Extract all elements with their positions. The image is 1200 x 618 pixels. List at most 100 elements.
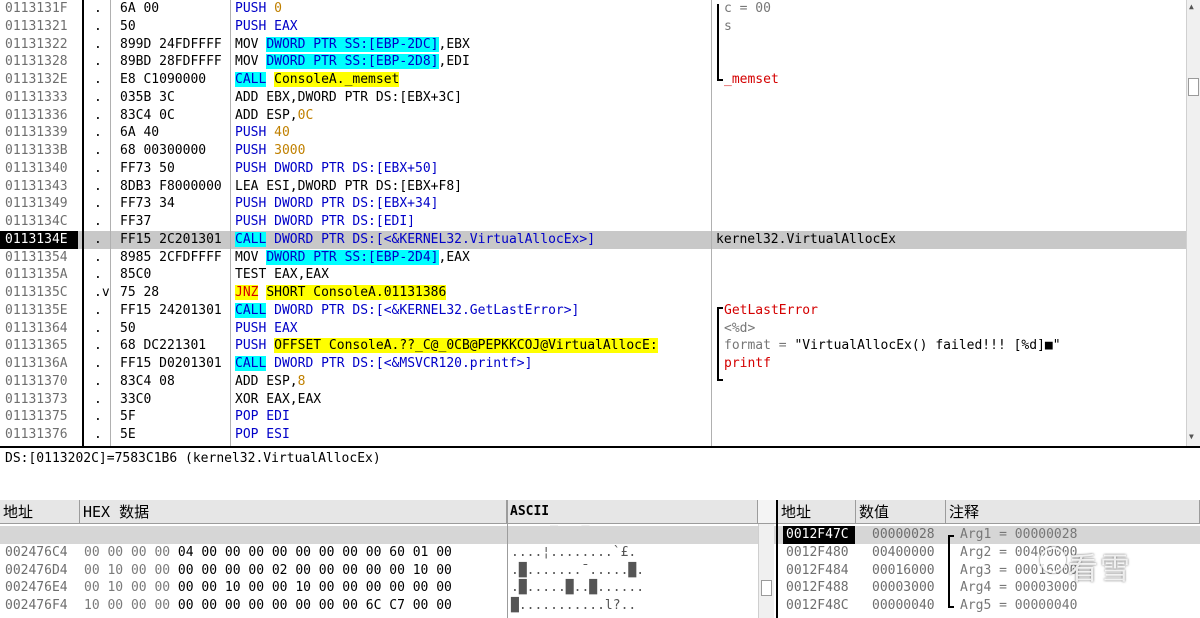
disasm-hex: 33C0 bbox=[120, 391, 152, 407]
stack-row[interactable]: 0012F480 00400000 Arg2 = 00400000 bbox=[0, 544, 1200, 562]
disasm-address: 01131375 bbox=[5, 409, 68, 425]
dump-scrollbar[interactable] bbox=[758, 524, 774, 618]
disasm-row[interactable]: 0113134C. FF37 PUSH DWORD PTR DS:[EDI] bbox=[0, 213, 1186, 231]
dump-header-address[interactable]: 地址 bbox=[0, 500, 80, 524]
stack-row[interactable]: 0012F47C 00000028 Arg1 = 00000028 bbox=[0, 526, 1200, 544]
disasm-row[interactable]: 0113136A. FF15 D0201301 CALL DWORD PTR DS:… bbox=[0, 355, 1186, 373]
instruction-token: 3000 bbox=[274, 143, 306, 158]
call-arg-bracket bbox=[717, 306, 723, 381]
disasm-row[interactable]: 0113135E. FF15 24201301 CALL DWORD PTR DS:… bbox=[0, 302, 1186, 320]
disasm-row[interactable]: 0113135A. 85C0 TEST EAX,EAX bbox=[0, 266, 1186, 284]
disasm-row[interactable]: 01131321. 50 PUSH EAX s bbox=[0, 18, 1186, 36]
disasm-instruction: MOV DWORD PTR SS:[EBP-2D4],EAX bbox=[235, 249, 711, 267]
disasm-instruction: XOR EAX,EAX bbox=[235, 391, 711, 409]
info-line-text: DS:[0113202C]=7583C1B6 (kernel32.Virtual… bbox=[5, 451, 381, 466]
disasm-hex: FF73 50 bbox=[120, 160, 175, 176]
stack-header-address[interactable]: 地址 bbox=[778, 500, 856, 524]
disasm-comment: printf bbox=[724, 356, 771, 371]
instruction-token: ADD ESP, bbox=[235, 107, 298, 123]
disasm-hex: 899D 24FDFFFF bbox=[120, 36, 222, 52]
disasm-scrollbar-thumb[interactable] bbox=[1188, 78, 1199, 96]
instruction-token: MOV bbox=[235, 54, 267, 70]
disasm-instruction: ADD ESP,0C bbox=[235, 107, 711, 125]
instruction-token: CALL bbox=[235, 231, 267, 247]
disasm-row[interactable]: 01131354. 8985 2CFDFFFF MOV DWORD PTR SS:[… bbox=[0, 249, 1186, 267]
info-line-pane: DS:[0113202C]=7583C1B6 (kernel32.Virtual… bbox=[0, 446, 1200, 498]
disasm-address: 0113134E bbox=[0, 230, 78, 249]
disasm-row[interactable]: 01131349. FF73 34 PUSH DWORD PTR DS:[EBX+3… bbox=[0, 195, 1186, 213]
stack-address: 0012F488 bbox=[786, 580, 849, 596]
disasm-row[interactable]: 01131365. 68 DC221301 PUSH OFFSET ConsoleA… bbox=[0, 337, 1186, 355]
disasm-row[interactable]: 01131333. 035B 3C ADD EBX,DWORD PTR DS:[EB… bbox=[0, 89, 1186, 107]
disasm-hex: 83C4 08 bbox=[120, 373, 175, 389]
disasm-row[interactable]: 01131328. 89BD 28FDFFFF MOV DWORD PTR SS:[… bbox=[0, 53, 1186, 71]
disasm-hex: E8 C1090000 bbox=[120, 72, 207, 87]
instruction-token: LEA ESI,DWORD PTR DS:[EBX+F8] bbox=[235, 178, 462, 194]
dump-scrollbar-thumb[interactable] bbox=[761, 580, 772, 596]
instruction-token: MOV bbox=[235, 249, 267, 265]
instruction-token: CALL bbox=[235, 72, 267, 87]
column-separator bbox=[82, 0, 84, 446]
disasm-hex: 75 28 bbox=[120, 285, 160, 300]
stack-row[interactable]: 0012F48C 00000040 Arg5 = 00000040 bbox=[0, 597, 1200, 615]
stack-header-comment[interactable]: 注释 bbox=[946, 500, 1200, 524]
disasm-row[interactable]: 0113135C .v 75 28 JNZ SHORT ConsoleA.011313… bbox=[0, 284, 1186, 302]
dump-header-ascii[interactable]: ASCII bbox=[507, 500, 758, 524]
instruction-token: PUSH DWORD PTR DS:[EBX+34] bbox=[235, 196, 439, 212]
disasm-address: 0113136A bbox=[5, 356, 68, 371]
disasm-row[interactable]: 01131364. 50 PUSH EAX <%d> bbox=[0, 320, 1186, 338]
disasm-hex: 83C4 0C bbox=[120, 107, 175, 123]
instruction-token: ADD ESP, bbox=[235, 373, 298, 389]
stack-header-value[interactable]: 数值 bbox=[856, 500, 946, 524]
disasm-address: 01131365 bbox=[5, 338, 68, 354]
disassembly-pane[interactable]: 0113131F. 6A 00 PUSH 0c = 00 01131321. 50 PUS… bbox=[0, 0, 1200, 446]
instruction-token: POP EDI bbox=[235, 409, 290, 425]
disasm-comment: c = 00 bbox=[724, 1, 771, 16]
stack-comment: Arg5 = 00000040 bbox=[960, 598, 1078, 614]
disasm-instruction: ADD ESP,8 bbox=[235, 373, 711, 391]
instruction-token: 0 bbox=[274, 1, 282, 16]
disasm-row[interactable]: 0113131F. 6A 00 PUSH 0c = 00 bbox=[0, 0, 1186, 18]
instruction-token: DWORD PTR SS:[EBP-2D4] bbox=[266, 249, 439, 265]
disasm-address: 0113135E bbox=[5, 302, 68, 318]
instruction-token: OFFSET ConsoleA.??_C@_0CB@PEPKKCOJ@Virtu… bbox=[274, 338, 658, 354]
instruction-token: CALL bbox=[235, 356, 267, 371]
disasm-row[interactable]: 01131340. FF73 50 PUSH DWORD PTR DS:[EBX+5… bbox=[0, 160, 1186, 178]
instruction-token: PUSH EAX bbox=[235, 320, 298, 336]
disasm-hex: 68 00300000 bbox=[120, 143, 207, 158]
disasm-row[interactable]: 0113132E. E8 C1090000 CALL ConsoleA._memse… bbox=[0, 71, 1186, 89]
disasm-instruction: PUSH OFFSET ConsoleA.??_C@_0CB@PEPKKCOJ@… bbox=[235, 337, 711, 355]
disasm-address: 01131339 bbox=[5, 125, 68, 141]
dump-header-hex[interactable]: HEX 数据 bbox=[80, 500, 507, 524]
disasm-row[interactable]: 01131375. 5F POP EDI bbox=[0, 408, 1186, 426]
instruction-token: PUSH bbox=[235, 1, 275, 16]
disasm-comment: format = "VirtualAllocEx() failed!!! [%d… bbox=[724, 337, 1194, 355]
disasm-row[interactable]: 01131339. 6A 40 PUSH 40 bbox=[0, 124, 1186, 142]
disasm-address: 01131340 bbox=[5, 160, 68, 176]
stack-row[interactable]: 0012F488 00003000 Arg4 = 00003000 bbox=[0, 579, 1200, 597]
disasm-row[interactable]: 01131370. 83C4 08 ADD ESP,8 bbox=[0, 373, 1186, 391]
disasm-instruction: PUSH EAX bbox=[235, 320, 711, 338]
disasm-hex: FF15 2C201301 bbox=[120, 231, 222, 247]
disasm-row[interactable]: 0113133B. 68 00300000 PUSH 3000 bbox=[0, 142, 1186, 160]
disasm-hex: FF15 D0201301 bbox=[120, 356, 222, 371]
scroll-up-icon[interactable]: ▲ bbox=[1189, 2, 1194, 12]
disasm-instruction: ADD EBX,DWORD PTR DS:[EBX+3C] bbox=[235, 89, 711, 107]
disasm-row[interactable]: 01131336. 83C4 0C ADD ESP,0C bbox=[0, 107, 1186, 125]
stack-row[interactable]: 0012F484 00016000 Arg3 = 00016000 bbox=[0, 562, 1200, 580]
disasm-row[interactable]: 01131343. 8DB3 F8000000 LEA ESI,DWORD PTR … bbox=[0, 178, 1186, 196]
disasm-instruction: PUSH DWORD PTR DS:[EBX+34] bbox=[235, 195, 711, 213]
instruction-token: TEST EAX,EAX bbox=[235, 267, 329, 283]
scroll-down-icon[interactable]: ▼ bbox=[1189, 432, 1194, 442]
disasm-row[interactable]: 01131322. 899D 24FDFFFF MOV DWORD PTR SS:[… bbox=[0, 36, 1186, 54]
disasm-row[interactable]: 0113134E. FF15 2C201301 CALL DWORD PTR DS:… bbox=[0, 230, 1186, 249]
disasm-scrollbar[interactable]: ▲ ▼ bbox=[1186, 0, 1200, 446]
disasm-row[interactable]: 01131376. 5E POP ESI bbox=[0, 426, 1186, 444]
dump-separator bbox=[507, 500, 508, 618]
dump-header-address-label: 地址 bbox=[3, 503, 34, 521]
stack-value: 00003000 bbox=[872, 580, 935, 596]
disasm-address: 01131364 bbox=[5, 320, 68, 336]
disasm-row[interactable]: 01131373. 33C0 XOR EAX,EAX bbox=[0, 391, 1186, 409]
disasm-hex: 50 bbox=[120, 18, 136, 34]
disasm-address: 0113133B bbox=[5, 143, 68, 158]
